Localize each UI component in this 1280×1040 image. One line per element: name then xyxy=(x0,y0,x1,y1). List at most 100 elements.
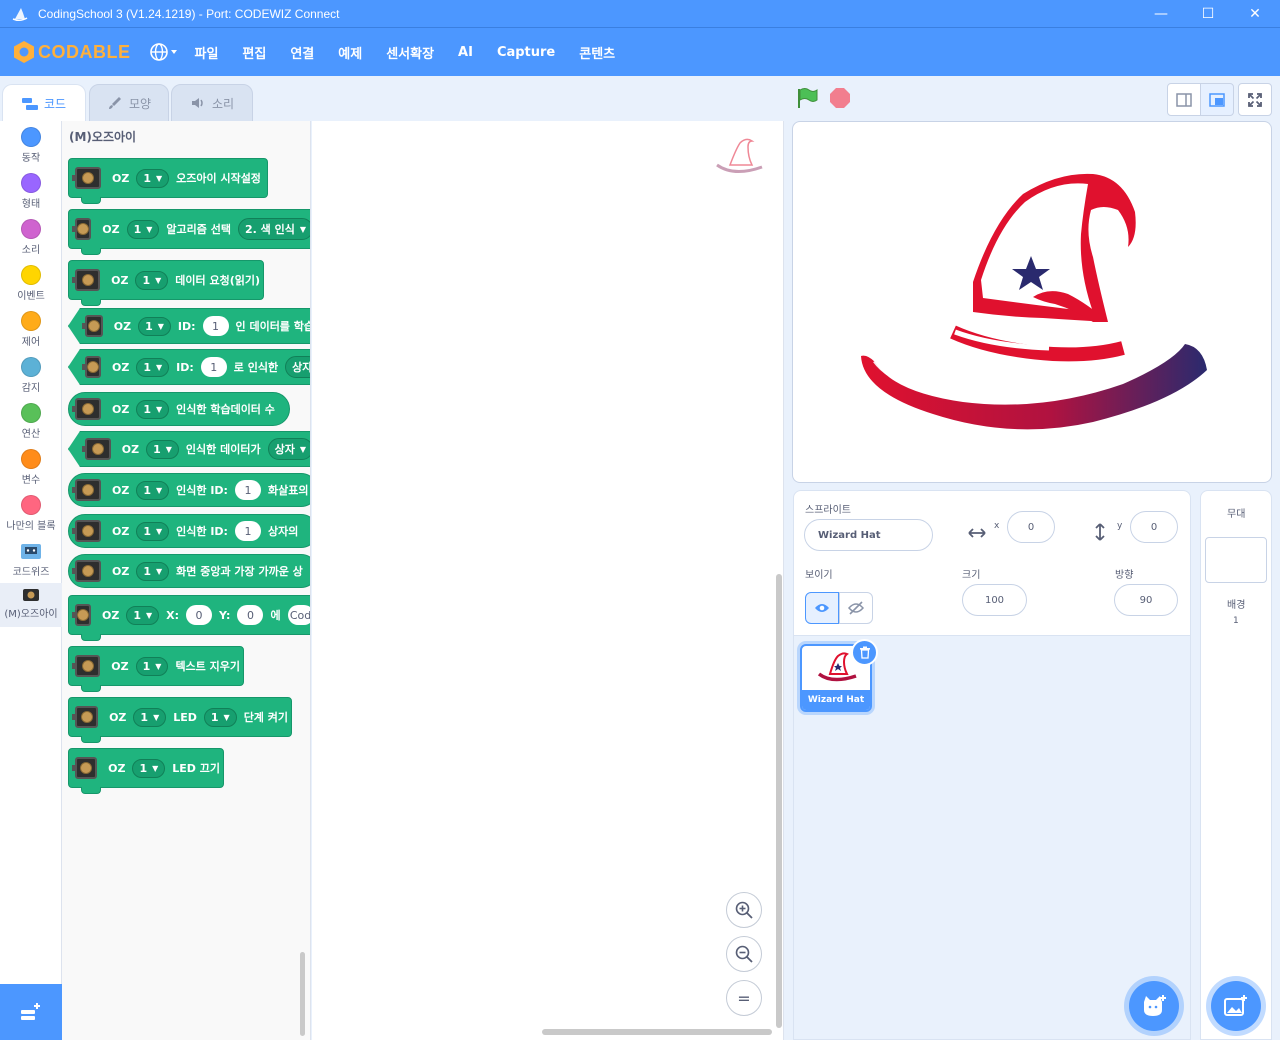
block-ozeye-request-data[interactable]: OZ 1 ▼ 데이터 요청(읽기) xyxy=(68,260,264,306)
oz-id-dropdown[interactable]: 1 ▼ xyxy=(136,168,170,188)
category-control[interactable]: 제어 xyxy=(0,311,62,348)
sound-dot-icon xyxy=(21,219,41,239)
oz-id-dropdown[interactable]: 1 ▼ xyxy=(136,561,170,581)
led-level-dropdown[interactable]: 1 ▼ xyxy=(203,707,237,727)
chevron-down-icon xyxy=(170,50,177,54)
id-input[interactable]: 1 xyxy=(202,316,229,336)
direction-input[interactable]: 90 xyxy=(1114,584,1178,616)
category-looks[interactable]: 형태 xyxy=(0,173,62,210)
block-ozeye-led-off[interactable]: OZ 1 ▼ LED 끄기 xyxy=(68,748,224,794)
delete-sprite-button[interactable] xyxy=(851,639,878,666)
tab-code[interactable]: 코드 xyxy=(2,84,86,122)
maximize-button[interactable]: ☐ xyxy=(1185,0,1231,28)
block-ozeye-arrow-of-id[interactable]: OZ 1 ▼ 인식한 ID: 1 화살표의 xyxy=(68,473,310,507)
stage-canvas[interactable] xyxy=(792,121,1272,483)
add-sprite-button[interactable] xyxy=(1129,981,1179,1031)
oz-id-dropdown[interactable]: 1 ▼ xyxy=(126,605,160,625)
tab-costumes[interactable]: 모양 xyxy=(89,84,169,122)
block-ozeye-clear-text[interactable]: OZ 1 ▼ 텍스트 지우기 xyxy=(68,646,244,692)
codable-logo[interactable]: CODABLE xyxy=(12,40,131,64)
hide-sprite-button[interactable] xyxy=(839,592,873,624)
size-input[interactable]: 100 xyxy=(962,584,1027,616)
block-ozeye-learned-count[interactable]: OZ 1 ▼ 인식한 학습데이터 수 xyxy=(68,392,290,426)
oz-id-dropdown[interactable]: 1 ▼ xyxy=(133,707,167,727)
zoom-out-button[interactable] xyxy=(726,936,762,972)
category-events[interactable]: 이벤트 xyxy=(0,265,62,302)
category-sound[interactable]: 소리 xyxy=(0,219,62,256)
block-ozeye-print-text[interactable]: OZ 1 ▼ X: 0 Y: 0 에 Cod xyxy=(68,595,310,641)
add-extension-button[interactable] xyxy=(0,984,62,1040)
oz-id-dropdown[interactable]: 1 ▼ xyxy=(132,758,166,778)
eye-icon xyxy=(815,604,829,612)
text-input[interactable]: Cod xyxy=(287,605,310,625)
category-motion[interactable]: 동작 xyxy=(0,127,62,164)
zoom-in-button[interactable] xyxy=(726,892,762,928)
language-menu[interactable] xyxy=(149,42,179,62)
block-ozeye-learn-id[interactable]: OZ 1 ▼ ID: 1 인 데이터를 학습 xyxy=(68,308,310,344)
y-input[interactable]: 0 xyxy=(237,605,264,625)
minimize-button[interactable]: — xyxy=(1138,0,1184,28)
category-variables[interactable]: 변수 xyxy=(0,449,62,486)
y-input[interactable]: 0 xyxy=(1130,511,1178,543)
category-sensing[interactable]: 감지 xyxy=(0,357,62,394)
block-ozeye-algorithm[interactable]: OZ 1 ▼ 알고리즘 선택 2. 색 인식 ▼ xyxy=(68,209,310,255)
block-ozeye-recognized-id[interactable]: OZ 1 ▼ ID: 1 로 인식한 상자 xyxy=(68,349,310,385)
menu-file[interactable]: 파일 xyxy=(195,43,219,62)
workspace-horizontal-scrollbar[interactable] xyxy=(542,1029,772,1035)
menu-edit[interactable]: 편집 xyxy=(242,43,266,62)
category-my-blocks[interactable]: 나만의 블록 xyxy=(0,495,62,532)
tab-sounds[interactable]: 소리 xyxy=(171,84,253,122)
events-dot-icon xyxy=(21,265,41,285)
menu-contents[interactable]: 콘텐츠 xyxy=(579,43,615,62)
add-backdrop-button[interactable] xyxy=(1211,981,1261,1031)
small-stage-button[interactable] xyxy=(1167,83,1201,116)
large-stage-button[interactable] xyxy=(1200,83,1234,116)
oz-id-dropdown[interactable]: 1 ▼ xyxy=(135,656,169,676)
ozeye-block-icon xyxy=(71,757,98,779)
close-button[interactable]: ✕ xyxy=(1232,0,1278,28)
category-operators[interactable]: 연산 xyxy=(0,403,62,440)
id-input[interactable]: 1 xyxy=(234,521,261,541)
workspace-vertical-scrollbar[interactable] xyxy=(776,574,782,1028)
category-codewiz[interactable]: 코드위즈 xyxy=(0,541,62,578)
oz-id-dropdown[interactable]: 1 ▼ xyxy=(136,521,170,541)
x-input[interactable]: 0 xyxy=(1007,511,1055,543)
menu-examples[interactable]: 예제 xyxy=(338,43,362,62)
palette-scrollbar[interactable] xyxy=(300,952,305,1036)
shape-dropdown[interactable]: 상자 xyxy=(285,356,310,378)
cat-plus-icon xyxy=(1144,995,1166,1016)
menu-connect[interactable]: 연결 xyxy=(290,43,314,62)
show-sprite-button[interactable] xyxy=(805,592,839,624)
size-label: 크기 xyxy=(962,570,981,581)
stop-icon[interactable] xyxy=(830,88,850,108)
oz-id-dropdown[interactable]: 1 ▼ xyxy=(146,439,179,459)
menu-capture[interactable]: Capture xyxy=(497,45,555,60)
x-input[interactable]: 0 xyxy=(186,605,213,625)
oz-id-dropdown[interactable]: 1 ▼ xyxy=(136,480,170,500)
id-input[interactable]: 1 xyxy=(200,357,227,377)
fullscreen-button[interactable] xyxy=(1238,83,1272,116)
brush-icon xyxy=(108,97,121,109)
menu-sensor-extension[interactable]: 센서확장 xyxy=(386,43,434,62)
block-ozeye-led-on[interactable]: OZ 1 ▼ LED 1 ▼ 단계 켜기 xyxy=(68,697,292,743)
block-ozeye-box-of-id[interactable]: OZ 1 ▼ 인식한 ID: 1 상자의 xyxy=(68,514,310,548)
shape-dropdown[interactable]: 상자 ▼ xyxy=(267,438,310,460)
backdrop-thumbnail[interactable] xyxy=(1205,537,1267,583)
id-input[interactable]: 1 xyxy=(234,480,261,500)
oz-id-dropdown[interactable]: 1 ▼ xyxy=(138,316,171,336)
code-workspace[interactable] xyxy=(312,121,784,1040)
block-ozeye-closest-to-center[interactable]: OZ 1 ▼ 화면 중앙과 가장 가까운 상 xyxy=(68,554,310,588)
algorithm-dropdown[interactable]: 2. 색 인식 ▼ xyxy=(237,218,310,240)
category-ozeye[interactable]: (M)오즈아이 xyxy=(0,583,62,627)
oz-id-dropdown[interactable]: 1 ▼ xyxy=(135,270,169,290)
block-ozeye-recognized-data-is[interactable]: OZ 1 ▼ 인식한 데이터가 상자 ▼ xyxy=(68,431,310,467)
menu-ai[interactable]: AI xyxy=(458,45,473,60)
oz-id-dropdown[interactable]: 1 ▼ xyxy=(136,399,170,419)
sprite-name-input[interactable]: Wizard Hat xyxy=(804,519,933,551)
zoom-reset-button[interactable]: = xyxy=(726,980,762,1016)
block-ozeye-start[interactable]: OZ 1 ▼ 오즈아이 시작설정 xyxy=(68,158,268,204)
oz-id-dropdown[interactable]: 1 ▼ xyxy=(136,357,170,377)
green-flag-icon[interactable] xyxy=(796,87,820,109)
wizard-hat-sprite[interactable] xyxy=(793,122,1272,483)
oz-id-dropdown[interactable]: 1 ▼ xyxy=(126,219,160,239)
